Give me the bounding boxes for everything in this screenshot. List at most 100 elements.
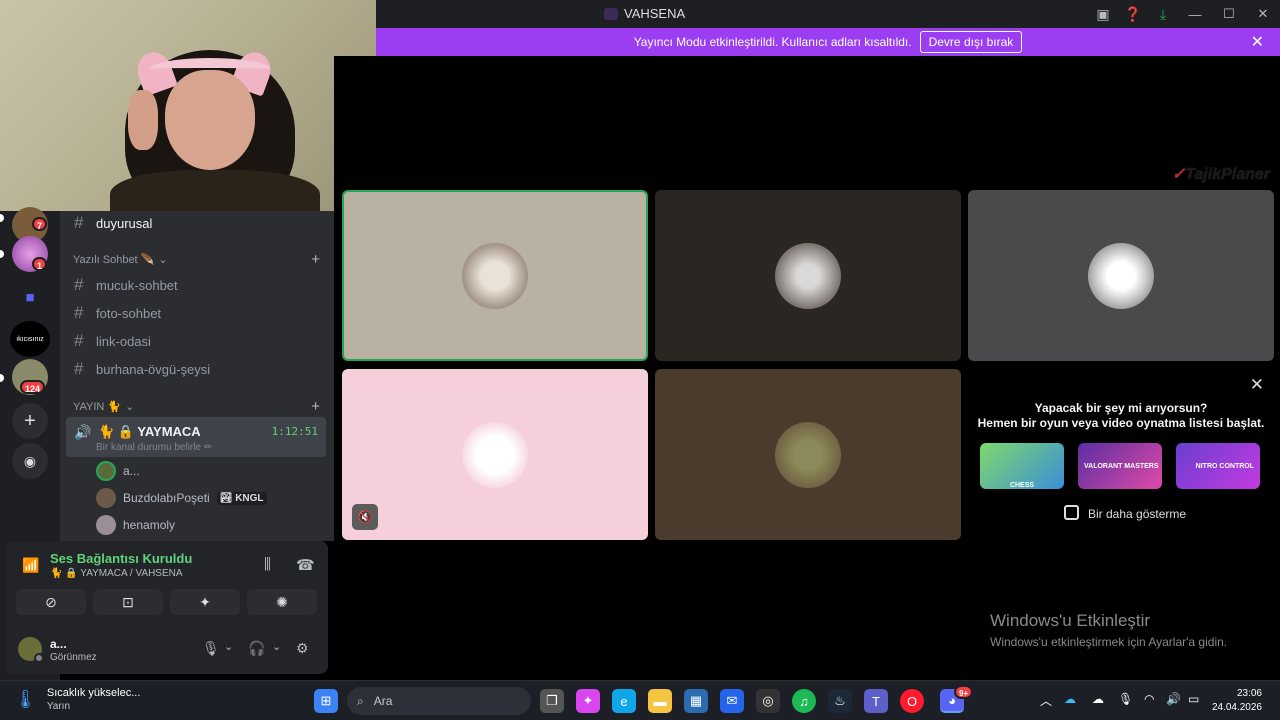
maximize-button[interactable]: ☐ <box>1212 0 1246 28</box>
speaker-icon: 🔊 <box>74 424 92 440</box>
voice-user[interactable]: BuzdolabıPoşeti 🏞 KNGL <box>96 488 267 508</box>
voice-user[interactable]: a... <box>96 461 140 481</box>
status-indicator <box>34 653 44 663</box>
chrome-icon[interactable]: ◎ <box>756 689 780 713</box>
windows-activation-watermark: Windows'u Etkinleştir Windows'u etkinleş… <box>990 611 1228 649</box>
close-promo-icon[interactable]: ✕ <box>1250 375 1264 395</box>
spotify-icon[interactable]: ♫ <box>792 689 816 713</box>
channel-duyurusal[interactable]: # duyurusal <box>74 213 152 233</box>
hash-icon: # <box>74 275 84 294</box>
weather-widget[interactable]: 🌡 Sıcaklık yükselec... Yarın <box>14 687 140 712</box>
voice-user[interactable]: henamoly <box>96 515 175 535</box>
noise-suppression-icon[interactable]: ⫼ <box>264 556 271 573</box>
participant-tile[interactable]: 🔇 <box>342 369 648 540</box>
streamer-mode-notice: Yayıncı Modu etkinleştirildi. Kullanıcı … <box>376 28 1280 56</box>
voice-channel-yaymaca[interactable]: 🔊 🐈 🔒 YAYMACA 1:12:51 Bir kanal durumu b… <box>66 417 326 457</box>
chevron-down-icon[interactable]: ⌄ <box>272 640 281 653</box>
unread-pill <box>0 374 4 382</box>
disable-streamer-mode-button[interactable]: Devre dışı bırak <box>919 31 1023 53</box>
category-header[interactable]: Yazılı Sohbet 🪶 ⌄ <box>73 253 168 266</box>
channel-item[interactable]: # mucuk-sohbet <box>74 275 178 295</box>
start-icon[interactable]: ⊞ <box>314 689 338 713</box>
server-name-label: ıkıcısınız <box>16 335 44 343</box>
minimize-button[interactable]: — <box>1178 0 1212 28</box>
set-channel-status[interactable]: Bir kanal durumu belirle ✏ <box>96 442 212 453</box>
add-channel-icon[interactable]: + <box>311 398 320 415</box>
battery-icon[interactable]: ▭ <box>1188 692 1199 706</box>
participant-tile[interactable] <box>655 190 961 361</box>
participant-tile[interactable] <box>342 190 648 361</box>
signal-icon: 📶 <box>22 557 40 573</box>
disconnect-icon[interactable]: ☎ <box>296 556 315 574</box>
server-icon <box>604 7 618 20</box>
taskbar: 🌡 Sıcaklık yükselec... Yarın ⊞ ⌕ Ara ❐ ✦… <box>0 680 1280 720</box>
cloud-icon[interactable]: ☁ <box>1092 692 1104 706</box>
hash-icon: # <box>74 303 84 322</box>
activity-thumb-nitro[interactable]: NITRO CONTROL <box>1176 443 1260 489</box>
unread-pill <box>0 214 4 222</box>
participant-tile[interactable] <box>655 369 961 540</box>
help-icon[interactable]: ❓ <box>1118 0 1148 28</box>
headphones-icon[interactable]: 🎧 <box>248 640 265 657</box>
copilot-icon[interactable]: ✦ <box>576 689 600 713</box>
microphone-icon[interactable]: 🎙 <box>202 640 220 657</box>
wifi-icon[interactable]: ◠ <box>1144 692 1154 706</box>
activity-thumb-valorant[interactable]: VALORANT MASTERS <box>1078 443 1162 489</box>
server-avatar[interactable]: ıkıcısınız <box>10 321 50 357</box>
activities-button[interactable]: ✦ <box>170 589 240 615</box>
store-icon[interactable]: ▦ <box>684 689 708 713</box>
participant-avatar <box>1088 242 1154 309</box>
add-server-icon[interactable]: + <box>12 403 48 439</box>
share-screen-button[interactable]: ⊡ <box>93 589 163 615</box>
clock[interactable]: 23:06 24.04.2026 <box>1212 687 1262 715</box>
teams-icon[interactable]: T <box>864 689 888 713</box>
steam-icon[interactable]: ♨ <box>828 689 852 713</box>
microphone-tray-icon[interactable]: 🎙 <box>1118 692 1133 706</box>
channel-item[interactable]: # burhana-övgü-şeysi <box>74 359 210 379</box>
channel-item[interactable]: # foto-sohbet <box>74 303 161 323</box>
chevron-down-icon: ⌄ <box>158 254 168 266</box>
channel-item[interactable]: # link-odasi <box>74 331 151 351</box>
onedrive-icon[interactable]: ☁ <box>1064 692 1076 706</box>
window-title-text: VAHSENA <box>624 6 686 21</box>
chevron-down-icon[interactable]: ⌄ <box>224 640 233 653</box>
close-window-button[interactable]: ✕ <box>1246 0 1280 28</box>
folder-icon[interactable]: ■ <box>12 279 48 315</box>
add-channel-icon[interactable]: + <box>311 251 320 268</box>
close-notice-icon[interactable]: ✕ <box>1251 32 1264 52</box>
explore-icon[interactable]: ◉ <box>12 443 48 479</box>
download-icon[interactable]: ⤓ <box>1148 0 1178 28</box>
task-view-icon[interactable]: ❐ <box>540 689 564 713</box>
dont-show-again-label[interactable]: Bir daha gösterme <box>1088 507 1186 521</box>
voice-user-name: BuzdolabıPoşeti <box>123 491 210 505</box>
dont-show-again-checkbox[interactable] <box>1064 505 1079 520</box>
settings-gear-icon[interactable]: ⚙ <box>296 640 309 657</box>
chevron-up-icon[interactable]: ︿ <box>1040 692 1052 709</box>
voice-user-name: henamoly <box>123 518 176 532</box>
channel-name: burhana-övgü-şeysi <box>96 361 211 377</box>
hash-icon: # <box>74 359 84 378</box>
category-header[interactable]: YAYIN 🐈 ⌄ <box>73 400 134 413</box>
opera-icon[interactable]: O <box>900 689 924 713</box>
participant-tile[interactable] <box>968 190 1274 361</box>
mail-icon[interactable]: ✉ <box>720 689 744 713</box>
unread-pill <box>0 250 4 258</box>
connection-location[interactable]: 🐈 🔒 YAYMACA / VAHSENA <box>50 568 183 579</box>
search-box[interactable]: ⌕ Ara <box>347 687 531 715</box>
brand-watermark: ✓TajikPlaner <box>1171 166 1270 183</box>
hash-icon: # <box>74 213 84 232</box>
camera-off-button[interactable]: ⊘ <box>16 589 86 615</box>
volume-icon[interactable]: 🔊 <box>1166 692 1181 706</box>
avatar <box>96 461 116 481</box>
file-explorer-icon[interactable]: ▬ <box>648 689 672 713</box>
connection-status[interactable]: Ses Bağlantısı Kuruldu <box>50 551 192 566</box>
activity-promo: ✕ Yapacak bir şey mi arıyorsun? Hemen bi… <box>968 369 1274 541</box>
voice-connection-panel: 📶 Ses Bağlantısı Kuruldu 🐈 🔒 YAYMACA / V… <box>6 541 328 674</box>
soundboard-button[interactable]: ✺ <box>247 589 317 615</box>
inbox-icon[interactable]: ▣ <box>1088 0 1118 28</box>
thermometer-icon: 🌡 <box>14 689 37 709</box>
search-icon: ⌕ <box>357 693 364 708</box>
edge-icon[interactable]: e <box>612 689 636 713</box>
user-name[interactable]: a... <box>50 637 67 651</box>
activity-thumb-chess[interactable]: CHESS <box>980 443 1064 489</box>
